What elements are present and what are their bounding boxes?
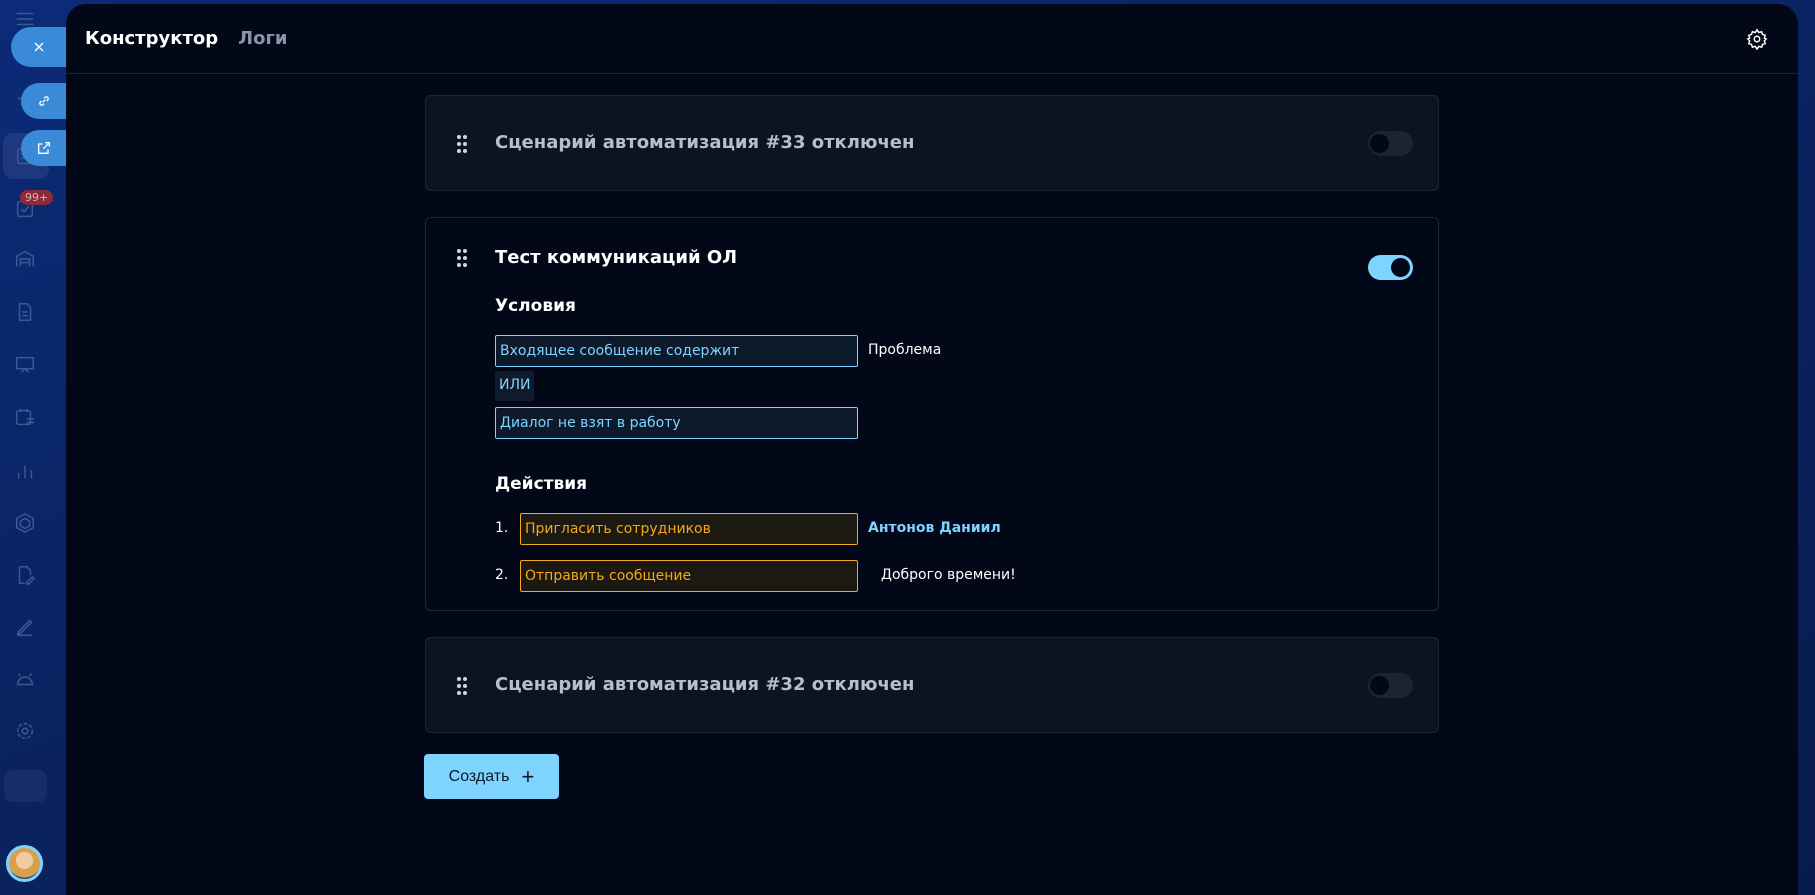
scenario-toggle[interactable]	[1368, 131, 1413, 156]
file-icon[interactable]	[14, 301, 36, 323]
actions-heading: Действия	[495, 474, 588, 494]
scenario-toggle[interactable]	[1368, 255, 1413, 280]
action-number: 2.	[495, 567, 509, 583]
create-label: Создать	[448, 767, 510, 785]
scenario-card: Сценарий автоматизация #32 отключен	[425, 637, 1439, 733]
scenario-title: Тест коммуникаций ОЛ	[495, 247, 738, 268]
action-select[interactable]: Пригласить сотрудников	[520, 513, 858, 545]
scenario-title: Сценарий автоматизация #32 отключен	[495, 674, 915, 695]
rocket-button[interactable]	[4, 770, 47, 802]
condition-select[interactable]: Входящее сообщение содержит	[495, 335, 858, 367]
condition-value: Проблема	[868, 342, 942, 358]
operator-or[interactable]: ИЛИ	[495, 371, 535, 401]
pen-icon[interactable]	[14, 616, 36, 638]
action-select[interactable]: Отправить сообщение	[520, 560, 858, 592]
drag-handle-icon[interactable]	[457, 677, 467, 695]
calendar-icon[interactable]	[14, 406, 36, 428]
edit-file-icon[interactable]	[14, 564, 36, 586]
avatar[interactable]	[6, 845, 43, 882]
tab-logs[interactable]: Логи	[238, 28, 287, 49]
tab-constructor[interactable]: Конструктор	[85, 28, 218, 49]
warehouse-icon[interactable]	[14, 248, 36, 270]
conditions-heading: Условия	[495, 296, 576, 316]
presentation-icon[interactable]	[14, 354, 36, 376]
gear-icon[interactable]	[1746, 28, 1768, 51]
open-external-button[interactable]	[21, 130, 66, 166]
plus-icon: +	[521, 763, 535, 789]
action-value-employee[interactable]: Антонов Даниил	[868, 520, 1001, 536]
action-value-message: Доброго времени!	[881, 567, 1016, 583]
hexagon-icon[interactable]	[14, 512, 36, 534]
header: Конструктор Логи	[66, 4, 1798, 74]
drag-handle-icon[interactable]	[457, 249, 467, 267]
drag-handle-icon[interactable]	[457, 135, 467, 153]
scenario-toggle[interactable]	[1368, 673, 1413, 698]
main-panel: Конструктор Логи Сценарий автоматизация …	[66, 4, 1798, 895]
condition-select[interactable]: Диалог не взят в работу	[495, 407, 858, 439]
scenario-card: Сценарий автоматизация #33 отключен	[425, 95, 1439, 191]
settings-icon[interactable]	[14, 720, 36, 742]
scenario-title: Сценарий автоматизация #33 отключен	[495, 132, 915, 153]
action-number: 1.	[495, 520, 509, 536]
analytics-icon[interactable]	[14, 460, 36, 482]
link-button[interactable]	[21, 83, 66, 119]
tasks-badge: 99+	[20, 190, 54, 205]
android-icon[interactable]	[14, 668, 36, 690]
scenario-card-expanded: Тест коммуникаций ОЛ Условия Входящее со…	[425, 217, 1439, 611]
create-button[interactable]: Создать +	[424, 754, 559, 799]
close-button[interactable]	[11, 27, 66, 67]
